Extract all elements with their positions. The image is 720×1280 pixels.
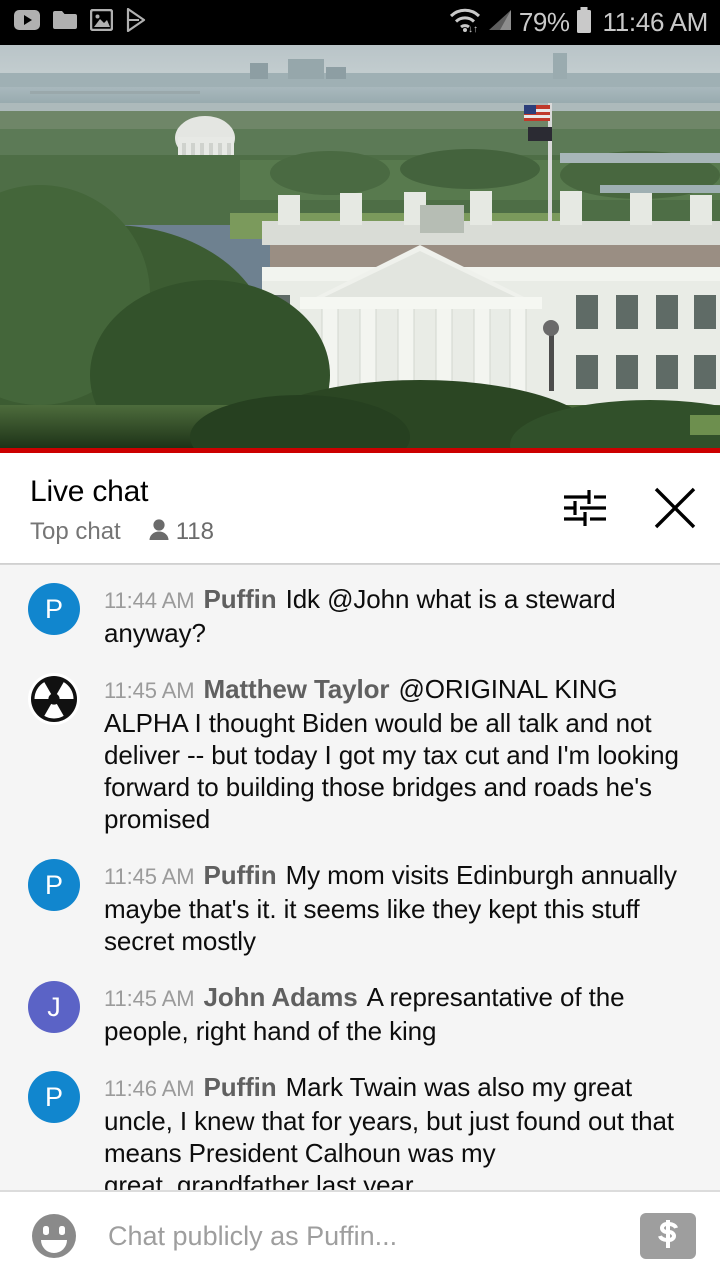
chat-filter-button[interactable] (562, 487, 608, 533)
avatar[interactable]: P (28, 583, 80, 635)
app-root: ↓↑ 79% 11:46 AM Live chat Top chat 118 P… (0, 0, 720, 1280)
message-author[interactable]: Puffin (204, 860, 277, 890)
dollar-sign-icon (651, 1217, 685, 1256)
person-icon (148, 518, 170, 547)
message-author[interactable]: John Adams (204, 982, 358, 1012)
status-bar: ↓↑ 79% 11:46 AM (0, 0, 720, 45)
viewer-count-group: 118 (148, 518, 214, 547)
avatar-initial: J (47, 991, 61, 1022)
youtube-icon (14, 10, 40, 35)
chat-input-bar: Chat publicly as Puffin... (0, 1192, 720, 1280)
close-x-icon (652, 485, 698, 536)
message-author[interactable]: Puffin (204, 584, 277, 614)
avatar-initial: P (44, 1081, 63, 1112)
avatar-initial: P (44, 869, 63, 900)
status-bar-notification-icons (14, 7, 146, 37)
status-bar-clock: 11:46 AM (602, 7, 708, 37)
message-timestamp: 11:46 AM (104, 1076, 195, 1101)
avatar-initial: P (44, 593, 63, 624)
message-author[interactable]: Puffin (204, 1072, 277, 1102)
wifi-icon: ↓↑ (449, 7, 481, 38)
super-chat-button[interactable] (640, 1213, 696, 1259)
live-chat-subheader: Top chat 118 (30, 517, 214, 547)
page-title: Live chat (30, 475, 149, 508)
tune-sliders-icon (562, 486, 608, 535)
viewer-count-label: 118 (175, 518, 214, 545)
battery-icon (575, 7, 593, 38)
video-player[interactable] (0, 45, 720, 448)
chat-message-row[interactable]: J 11:45 AM John Adams A represantative of … (0, 979, 720, 1047)
folder-icon (53, 10, 77, 35)
chat-message-row[interactable]: P 11:44 AM Puffin Idk @John what is a stew… (0, 581, 720, 649)
live-chat-header: Live chat Top chat 118 (0, 453, 720, 563)
avatar[interactable]: P (28, 1071, 80, 1123)
message-author[interactable]: Matthew Taylor (204, 674, 390, 704)
chat-message-body: 11:46 AM Puffin Mark Twain was also my gre… (104, 1069, 698, 1190)
emoji-picker-button[interactable] (28, 1210, 80, 1262)
message-timestamp: 11:45 AM (104, 986, 195, 1011)
signal-icon (487, 8, 513, 37)
video-frame (0, 45, 720, 448)
message-timestamp: 11:45 AM (104, 864, 195, 889)
message-timestamp: 11:45 AM (104, 678, 195, 703)
message-timestamp: 11:44 AM (104, 588, 195, 613)
svg-text:↓↑: ↓↑ (468, 24, 478, 33)
avatar[interactable] (28, 673, 80, 725)
chat-input-field[interactable]: Chat publicly as Puffin... (108, 1221, 640, 1252)
avatar[interactable]: P (28, 859, 80, 911)
chat-message-body: 11:45 AM Puffin My mom visits Edinburgh an… (104, 857, 698, 957)
emoji-smiley-icon (28, 1214, 80, 1266)
chat-mode-label[interactable]: Top chat (30, 517, 121, 547)
photos-icon (89, 8, 114, 36)
play-store-icon (126, 7, 146, 37)
chat-message-body: 11:44 AM Puffin Idk @John what is a stewar… (104, 581, 698, 649)
chat-message-row[interactable]: 11:45 AM Matthew Taylor @ORIGINAL KING ALP… (0, 671, 720, 835)
live-chat-header-titles: Live chat Top chat 118 (30, 473, 214, 547)
radiation-trefoil-icon (28, 673, 80, 725)
chat-message-body: 11:45 AM Matthew Taylor @ORIGINAL KING ALP… (104, 671, 698, 835)
avatar[interactable]: J (28, 981, 80, 1033)
live-chat-header-actions (562, 473, 698, 533)
chat-message-row[interactable]: P 11:46 AM Puffin Mark Twain was also my g… (0, 1069, 720, 1190)
battery-percent-label: 79% (518, 7, 570, 37)
chat-message-body: 11:45 AM John Adams A represantative of th… (104, 979, 698, 1047)
close-chat-button[interactable] (652, 487, 698, 533)
chat-message-row[interactable]: P 11:45 AM Puffin My mom visits Edinburgh … (0, 857, 720, 957)
status-bar-system-icons: ↓↑ 79% 11:46 AM (449, 7, 708, 38)
live-chat-message-list[interactable]: P 11:44 AM Puffin Idk @John what is a stew… (0, 565, 720, 1190)
